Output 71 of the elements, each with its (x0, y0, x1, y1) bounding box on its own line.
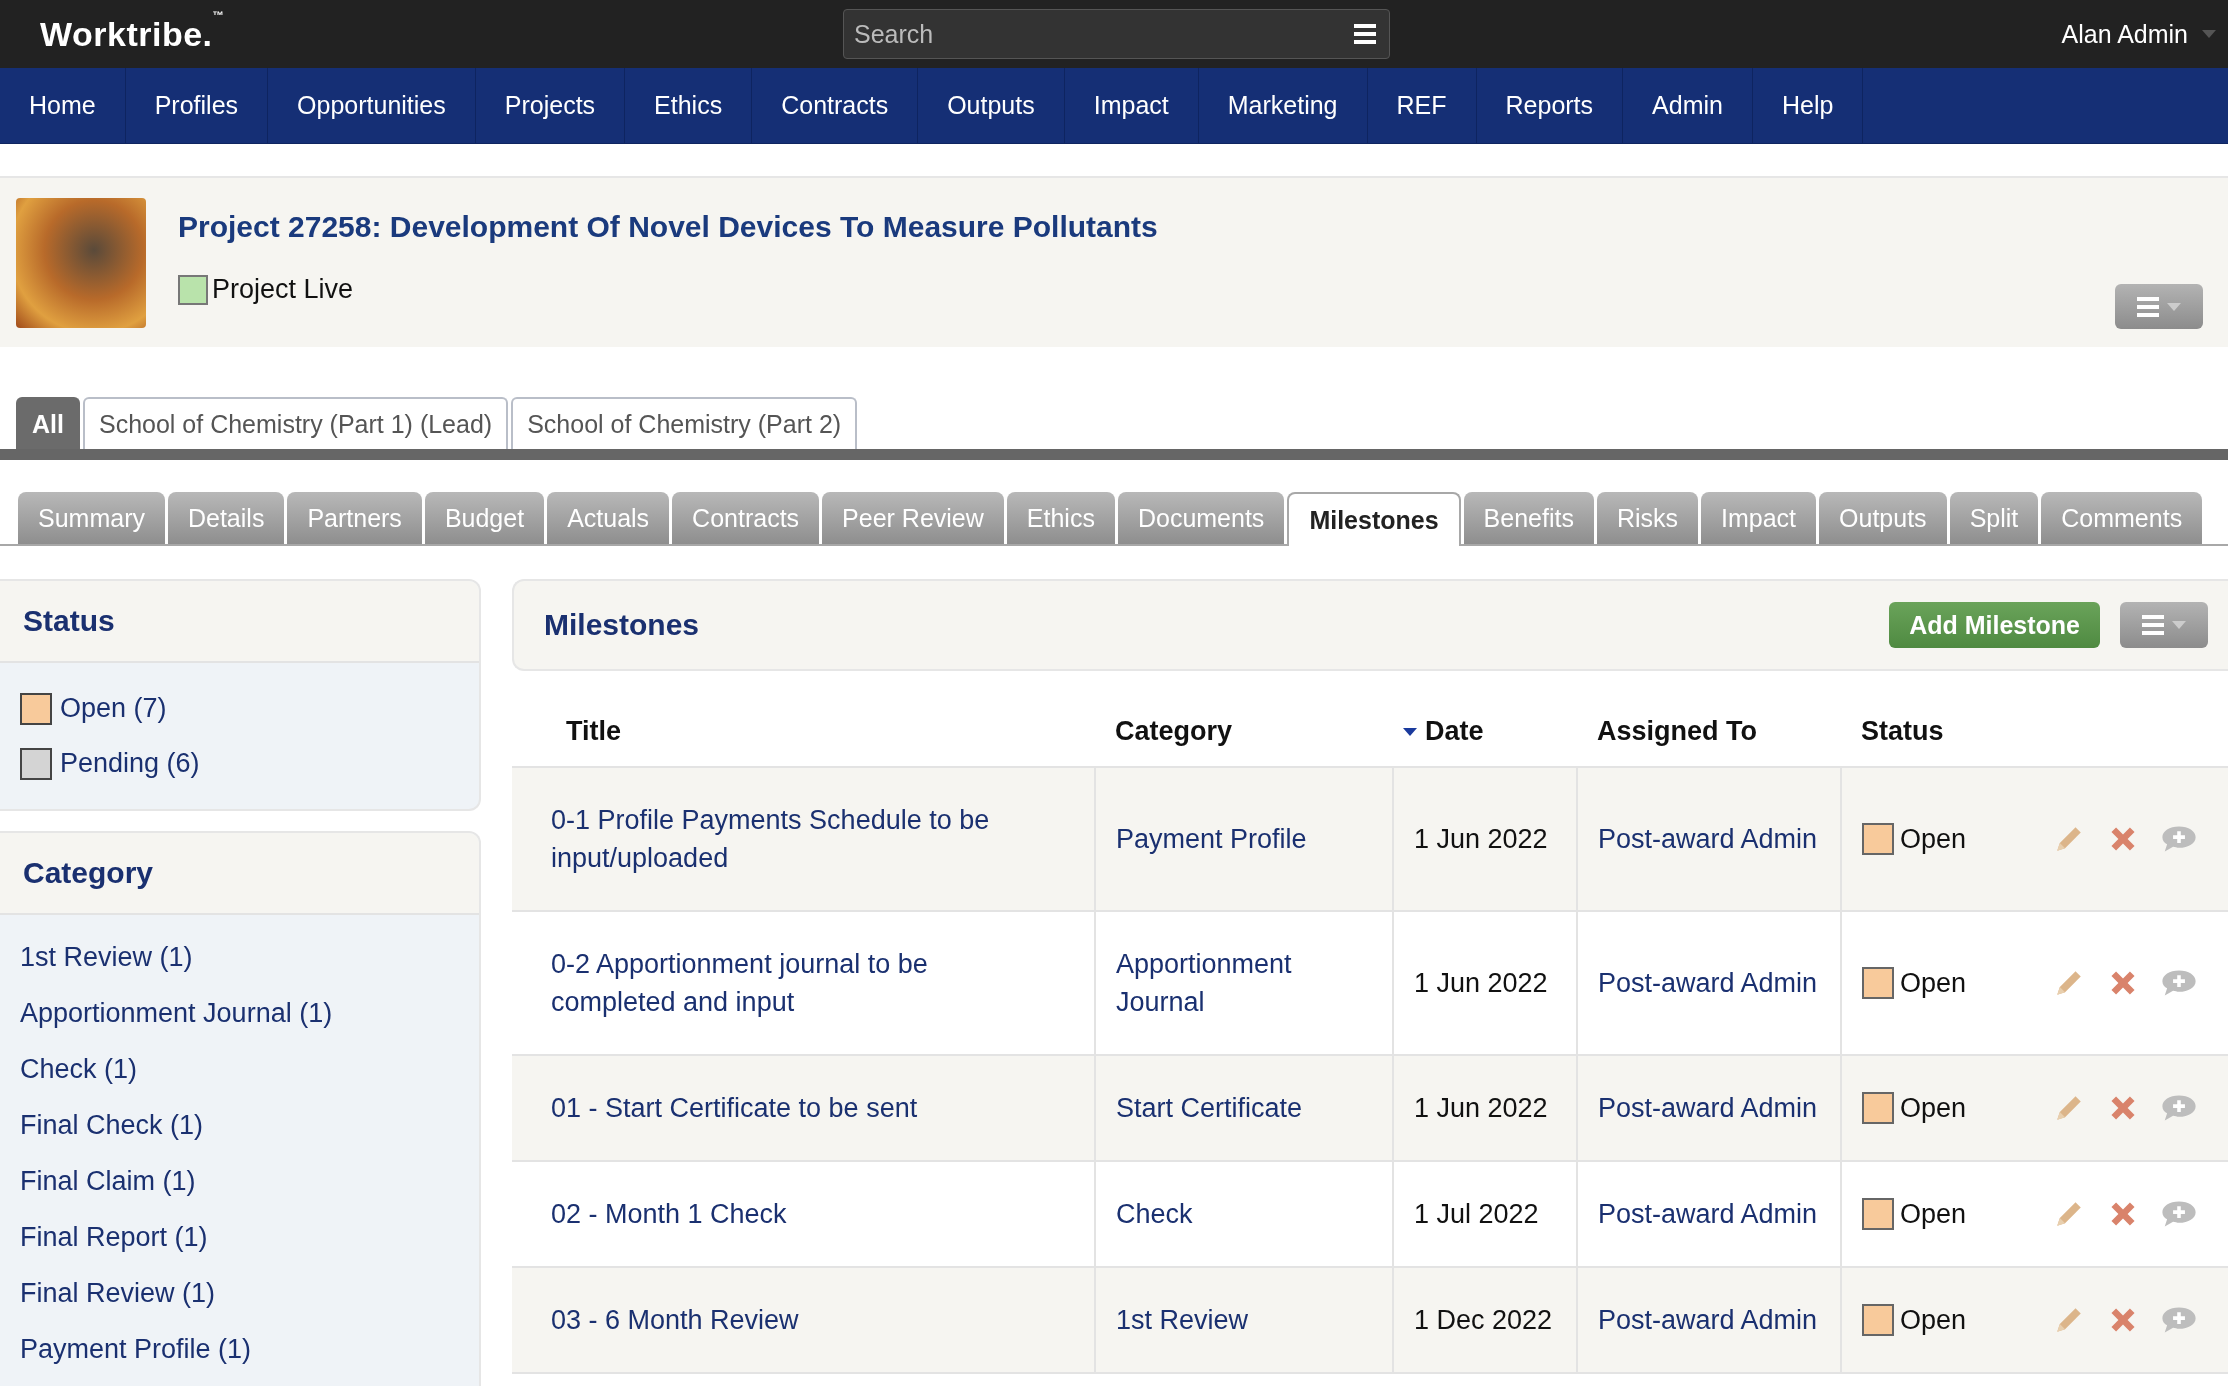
nav-link[interactable]: Projects (475, 68, 626, 143)
trademark: ™ (212, 8, 224, 21)
assignee-link[interactable]: Post-award Admin (1598, 968, 1818, 998)
menu-icon (2137, 296, 2159, 317)
search-field[interactable]: Search (843, 9, 1390, 59)
project-status: Project Live (212, 274, 354, 305)
status-text: Open (1900, 1198, 1967, 1231)
filter-link[interactable]: Check (1) (20, 1053, 138, 1085)
tab[interactable]: Milestones (1287, 492, 1461, 546)
milestone-link[interactable]: 03 - 6 Month Review (551, 1301, 799, 1339)
date-text: 1 Jun 2022 (1414, 1093, 1548, 1123)
nav-link[interactable]: Reports (1476, 68, 1624, 143)
assignee-link[interactable]: Post-award Admin (1598, 824, 1818, 854)
filter-link[interactable]: Final Claim (1) (20, 1165, 196, 1197)
nav-link[interactable]: Ethics (625, 68, 753, 143)
caret-icon (2172, 621, 2186, 629)
logo[interactable]: Worktribe. (40, 14, 213, 54)
column-header[interactable]: Category (1115, 716, 1233, 747)
menu-button[interactable] (2120, 602, 2208, 648)
tab[interactable]: All (16, 397, 80, 449)
category-link[interactable]: 1st Review (1116, 1301, 1249, 1339)
add-milestone-button[interactable]: Add Milestone (1889, 602, 2100, 648)
milestone-link[interactable]: 02 - Month 1 Check (551, 1195, 787, 1233)
nav-link[interactable]: Outputs (918, 68, 1065, 143)
date-text: 1 Jul 2022 (1414, 1199, 1539, 1229)
filter-link[interactable]: Open (7) (60, 693, 167, 724)
assignee-link[interactable]: Post-award Admin (1598, 1199, 1818, 1229)
date-text: 1 Jun 2022 (1414, 968, 1548, 998)
nav-link[interactable]: Help (1752, 68, 1864, 143)
filter-link[interactable]: Apportionment Journal (1) (20, 997, 333, 1029)
date-text: 1 Jun 2022 (1414, 824, 1548, 854)
nav-link[interactable]: Profiles (125, 68, 269, 143)
panel-title: Status (0, 581, 479, 663)
menu-icon (2142, 615, 2164, 635)
date-text: 1 Dec 2022 (1414, 1305, 1553, 1335)
nav-link[interactable]: Marketing (1198, 68, 1368, 143)
milestone-link[interactable]: 0-2 Apportionment journal to be completed and input (551, 945, 1021, 1021)
menu-icon (1354, 24, 1376, 44)
caret-icon (2167, 302, 2181, 311)
filter-link[interactable]: Payment Profile (1) (20, 1333, 252, 1365)
filter-link[interactable]: Final Review (1) (20, 1277, 216, 1309)
tab[interactable]: School of Chemistry (Part 1) (Lead) (82, 397, 509, 449)
panel-title: Category (0, 833, 479, 915)
filter-link[interactable]: 1st Review (1) (20, 941, 193, 973)
category-link[interactable]: Check (1116, 1195, 1193, 1233)
category-link[interactable]: Apportionment Journal (1116, 945, 1372, 1021)
nav-link[interactable]: Contracts (752, 68, 919, 143)
nav-link[interactable]: Opportunities (268, 68, 476, 143)
nav-link[interactable]: Home (0, 68, 126, 143)
caret-icon (2202, 30, 2216, 38)
nav-link[interactable]: Impact (1064, 68, 1199, 143)
user-menu[interactable]: Alan Admin (2061, 19, 2188, 49)
status-text: Open (1900, 823, 1967, 856)
sort-icon (1403, 727, 1417, 736)
panel-title: Milestones (544, 608, 700, 642)
filter-link[interactable]: Final Report (1) (20, 1221, 208, 1253)
nav-link[interactable]: Admin (1623, 68, 1753, 143)
category-link[interactable]: Payment Profile (1116, 820, 1307, 858)
project-title: Project 27258: Development Of Novel Devices To Measure Pollutants (178, 210, 1158, 244)
status-text: Open (1900, 967, 1967, 1000)
filter-link[interactable]: Final Check (1) (20, 1109, 204, 1141)
filter-link[interactable]: Pending (6) (60, 748, 200, 779)
tab[interactable]: School of Chemistry (Part 2) (511, 397, 858, 449)
status-text: Open (1900, 1092, 1967, 1125)
column-header[interactable]: Title (566, 716, 621, 747)
column-header[interactable]: Assigned To (1597, 716, 1757, 747)
column-header[interactable]: Date (1425, 716, 1484, 747)
menu-button[interactable] (2115, 284, 2203, 329)
column-header[interactable]: Status (1861, 716, 1944, 747)
nav-link[interactable]: REF (1367, 68, 1477, 143)
status-text: Open (1900, 1304, 1967, 1337)
